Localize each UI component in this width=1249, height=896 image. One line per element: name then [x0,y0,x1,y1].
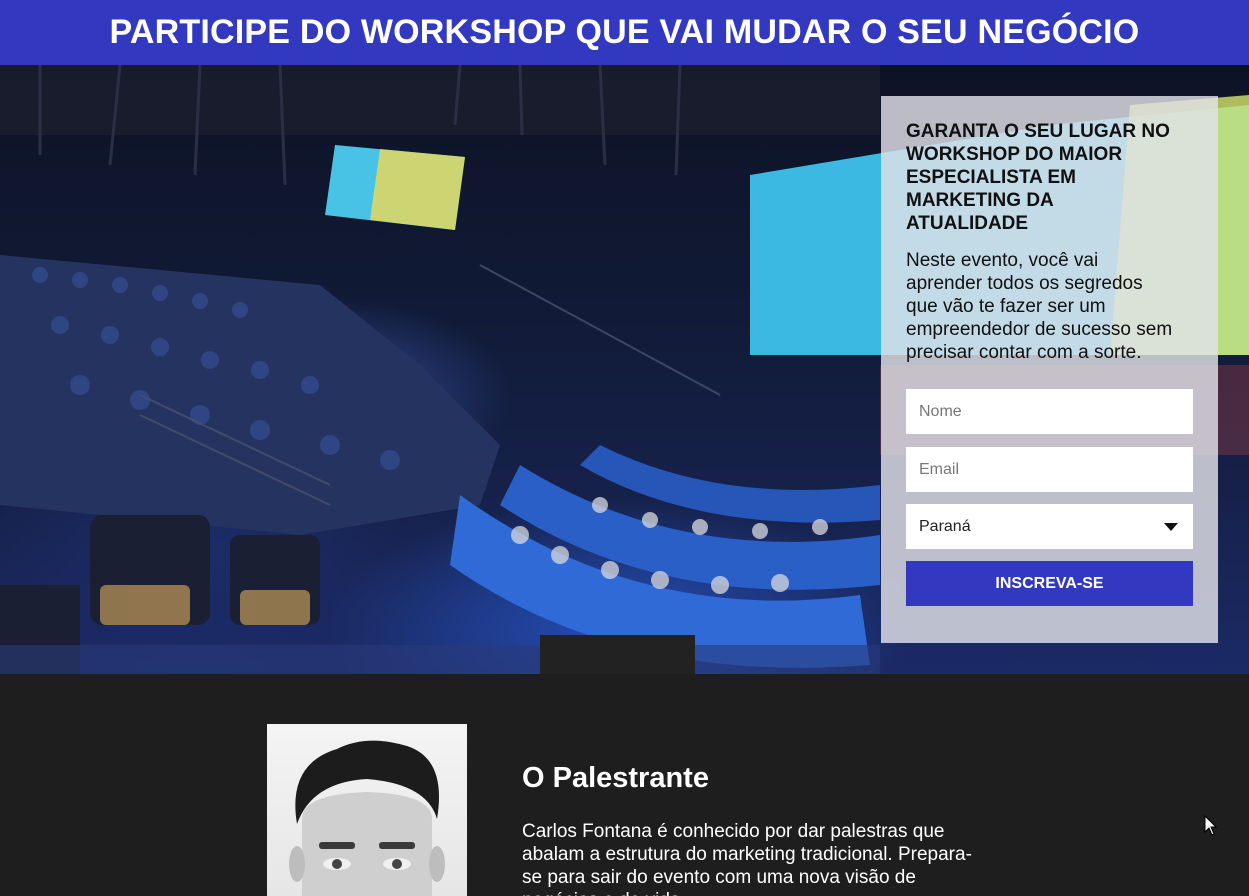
form-title: GARANTA O SEU LUGAR NO WORKSHOP DO MAIOR… [906,121,1170,234]
email-placeholder: Email [919,460,960,478]
submit-label: INSCREVA-SE [995,574,1104,592]
registration-form: GARANTA O SEU LUGAR NO WORKSHOP DO MAIOR… [881,96,1218,643]
speaker-section: O Palestrante Carlos Fontana é conhecido… [0,674,1249,896]
speaker-bio: Carlos Fontana é conhecido por dar pales… [522,821,972,896]
name-field[interactable]: Nome [906,389,1193,434]
page-header: PARTICIPE DO WORKSHOP QUE VAI MUDAR O SE… [0,0,1249,65]
page-title: PARTICIPE DO WORKSHOP QUE VAI MUDAR O SE… [109,13,1140,51]
mouse-cursor-icon [1204,815,1218,836]
state-select[interactable]: Paraná [906,504,1193,549]
name-placeholder: Nome [919,402,962,420]
chevron-down-icon [1164,522,1178,531]
hero-section: GARANTA O SEU LUGAR NO WORKSHOP DO MAIOR… [0,65,1249,674]
speaker-photo [267,724,467,896]
form-description: Neste evento, você vai aprender todos os… [906,250,1173,363]
state-selected-value: Paraná [919,517,971,535]
submit-button[interactable]: INSCREVA-SE [906,561,1193,606]
email-field[interactable]: Email [906,447,1193,492]
speaker-heading: O Palestrante [522,762,709,794]
